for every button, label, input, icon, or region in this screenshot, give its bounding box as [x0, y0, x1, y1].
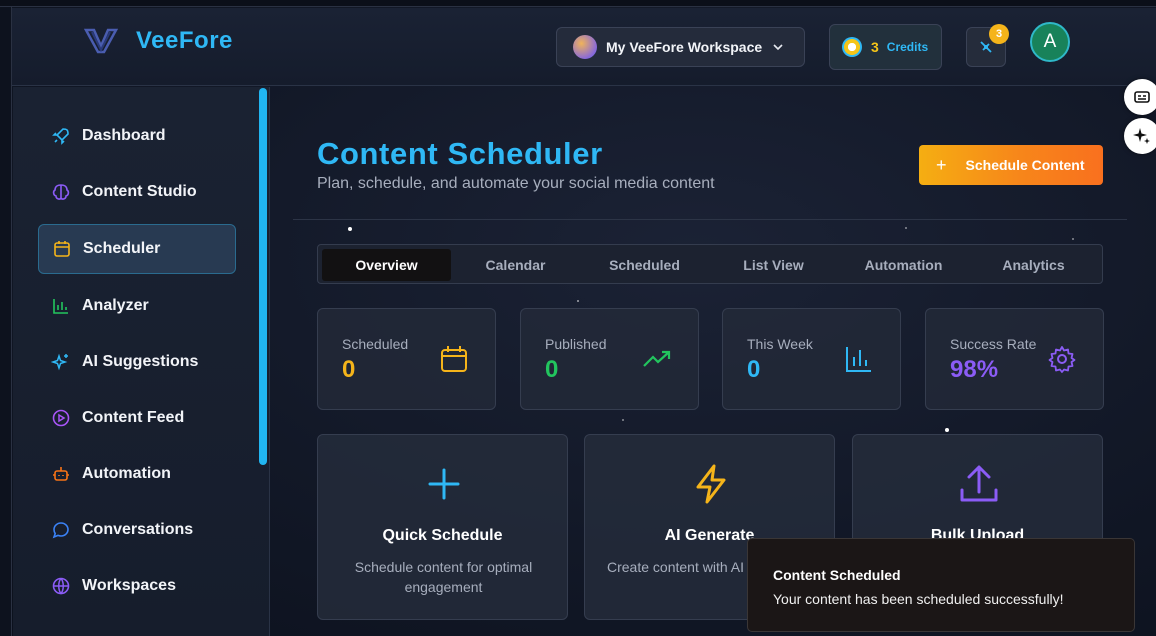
sidebar-item-analyzer[interactable]: Analyzer	[38, 281, 236, 331]
stat-card-published: Published 0	[520, 308, 699, 410]
star-decoration	[348, 227, 352, 231]
bot-icon	[53, 467, 69, 481]
toast-message: Your content has been scheduled successf…	[773, 591, 1064, 607]
tab-overview[interactable]: Overview	[322, 249, 451, 281]
lightning-icon	[696, 464, 726, 504]
trending-up-icon	[643, 350, 671, 367]
star-decoration	[1072, 238, 1074, 240]
stat-label: Success Rate	[950, 336, 1037, 352]
page-subtitle: Plan, schedule, and automate your social…	[317, 175, 715, 192]
stat-card-success-rate: Success Rate 98%	[925, 308, 1104, 410]
sidebar-item-label: Workspaces	[82, 577, 176, 594]
sidebar-item-workspaces[interactable]: Workspaces	[38, 561, 236, 611]
sidebar-item-label: Scheduler	[83, 240, 161, 257]
rocket-icon	[52, 128, 69, 145]
stat-card-scheduled: Scheduled 0	[317, 308, 496, 410]
bar-chart-icon	[846, 347, 871, 372]
workspace-avatar	[573, 35, 597, 59]
stat-card-this-week: This Week 0	[722, 308, 901, 410]
sidebar-item-content-studio[interactable]: Content Studio	[38, 167, 236, 217]
user-avatar[interactable]: A	[1030, 22, 1070, 62]
coin-icon	[842, 37, 862, 57]
workspace-label: My VeeFore Workspace	[606, 39, 763, 55]
stat-label: Scheduled	[342, 336, 409, 352]
stat-label: Published	[545, 336, 607, 352]
card-title: Quick Schedule	[382, 527, 503, 544]
stat-value: 0	[747, 356, 761, 383]
stat-value: 0	[342, 356, 356, 383]
message-icon	[52, 522, 69, 539]
tab-automation[interactable]: Automation	[838, 249, 969, 281]
sparkles-icon	[51, 353, 68, 371]
left-edge-strip	[0, 7, 12, 636]
bar-chart-icon	[53, 299, 68, 314]
sidebar-item-scheduler[interactable]: Scheduler	[38, 224, 236, 274]
stat-label: This Week	[747, 336, 813, 352]
toast-title: Content Scheduled	[773, 567, 901, 583]
sidebar-item-label: Content Feed	[82, 409, 185, 426]
veefore-logo-icon	[84, 28, 118, 54]
brand-name: VeeFore	[136, 27, 233, 54]
chevron-down-icon	[773, 44, 783, 51]
schedule-content-button[interactable]: + Schedule Content	[919, 145, 1103, 185]
star-decoration	[945, 428, 949, 432]
sidebar-item-ai-suggestions[interactable]: AI Suggestions	[38, 337, 236, 387]
brand-logo[interactable]: VeeFore	[84, 27, 233, 55]
sidebar-item-content-feed[interactable]: Content Feed	[38, 393, 236, 443]
sidebar-item-label: Automation	[82, 465, 171, 482]
credits-label: Credits	[886, 40, 929, 54]
app-root: VeeFore My VeeFore Workspace 3 Credits 3…	[0, 0, 1156, 636]
sidebar-item-label: Conversations	[82, 521, 194, 538]
sidebar-item-label: Analyzer	[82, 297, 149, 314]
sidebar-scrollbar[interactable]	[259, 88, 267, 465]
credits-display[interactable]: 3 Credits	[829, 24, 942, 70]
quick-schedule-card[interactable]: Quick Schedule Schedule content for opti…	[317, 434, 568, 620]
stat-value: 0	[545, 356, 559, 383]
sidebar-item-label: Content Studio	[82, 183, 197, 200]
workspace-selector[interactable]: My VeeFore Workspace	[556, 27, 805, 67]
tab-analytics[interactable]: Analytics	[969, 249, 1098, 281]
stat-value: 98%	[950, 356, 999, 383]
header-divider	[293, 219, 1127, 220]
toast-notification[interactable]: Content Scheduled Your content has been …	[747, 538, 1135, 632]
card-description: Schedule content for optimal engagement	[354, 559, 533, 595]
star-decoration	[622, 419, 624, 421]
credits-count: 3	[871, 39, 879, 55]
brain-icon	[52, 184, 70, 200]
sidebar-item-label: AI Suggestions	[82, 353, 199, 370]
sidebar-item-automation[interactable]: Automation	[38, 449, 236, 499]
notification-badge: 3	[989, 24, 1009, 44]
star-decoration	[905, 227, 907, 229]
calendar-icon	[441, 346, 467, 372]
sidebar-item-label: Dashboard	[82, 127, 166, 144]
calendar-icon	[54, 241, 70, 257]
sparkle-icon	[1133, 128, 1150, 144]
plus-icon	[428, 468, 460, 500]
page-title: Content Scheduler	[317, 136, 603, 171]
scheduler-tabs: Overview Calendar Scheduled List View Au…	[317, 244, 1103, 284]
tab-list-view[interactable]: List View	[709, 249, 838, 281]
sidebar-item-conversations[interactable]: Conversations	[38, 505, 236, 555]
quote-button[interactable]	[1124, 79, 1156, 115]
upload-icon	[960, 465, 998, 502]
schedule-content-label: Schedule Content	[965, 157, 1085, 173]
window-top-strip	[0, 0, 1156, 7]
tab-scheduled[interactable]: Scheduled	[580, 249, 709, 281]
plus-icon: +	[936, 154, 947, 175]
sidebar-item-dashboard[interactable]: Dashboard	[38, 111, 236, 161]
quote-icon	[1134, 91, 1150, 103]
tab-calendar[interactable]: Calendar	[451, 249, 580, 281]
play-circle-icon	[52, 409, 70, 427]
ai-assistant-button[interactable]	[1124, 118, 1156, 154]
gear-icon	[1048, 346, 1076, 373]
star-decoration	[577, 300, 579, 302]
globe-icon	[52, 577, 70, 595]
